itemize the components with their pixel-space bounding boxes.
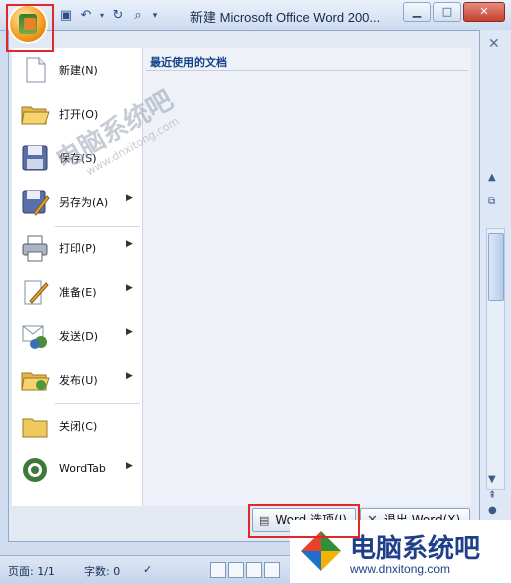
menu-item-new[interactable]: 新建(N) (12, 48, 142, 92)
previous-page-icon[interactable]: ⇞ (488, 490, 496, 501)
recent-header-line (146, 70, 468, 71)
menu-item-prepare[interactable]: 准备(E) ▶ (12, 270, 142, 314)
menu-item-wordtab[interactable]: WordTab ▶ (12, 448, 142, 492)
open-folder-icon (21, 106, 50, 125)
outline-view-icon[interactable] (264, 562, 280, 578)
office-logo-icon (19, 14, 37, 34)
submenu-arrow-icon: ▶ (126, 327, 133, 337)
print-layout-view-icon[interactable] (210, 562, 226, 578)
corner-watermark-url: www.dnxitong.com (350, 562, 451, 576)
prepare-icon (24, 280, 49, 305)
close-icon[interactable]: ✕ (488, 36, 500, 52)
new-document-icon (26, 57, 46, 83)
maximize-button[interactable]: □ (433, 2, 461, 22)
menu-item-label: 新建(N) (59, 64, 98, 77)
minimize-button[interactable]: ▁ (403, 2, 431, 22)
submenu-arrow-icon: ▶ (126, 193, 133, 203)
close-folder-icon (22, 418, 48, 438)
quick-access-toolbar: ▣ ↶ ▾ ↻ ⌕ ▾ (58, 7, 160, 25)
browse-object-icon[interactable]: ● (488, 505, 497, 516)
menu-item-save-as[interactable]: 另存为(A) ▶ (12, 180, 142, 224)
recent-documents-pane (143, 48, 471, 506)
redo-icon[interactable]: ↻ (110, 8, 126, 24)
scroll-up-icon[interactable]: ▲ (488, 172, 496, 183)
windows-logo-icon (301, 531, 341, 571)
scroll-down-icon[interactable]: ▼ (488, 474, 496, 485)
send-icon (22, 325, 47, 349)
menu-item-label: 打印(P) (59, 242, 97, 255)
options-icon: ▤ (259, 514, 270, 527)
customize-dropdown-icon[interactable]: ▾ (150, 8, 160, 24)
menu-item-send[interactable]: 发送(D) ▶ (12, 314, 142, 358)
menu-item-publish[interactable]: 发布(U) ▶ (12, 358, 142, 402)
submenu-arrow-icon: ▶ (126, 283, 133, 293)
office-button[interactable] (8, 4, 48, 44)
save-icon[interactable]: ▣ (58, 8, 74, 24)
submenu-arrow-icon: ▶ (126, 461, 133, 471)
submenu-arrow-icon: ▶ (126, 371, 133, 381)
publish-icon (21, 372, 50, 391)
menu-item-save[interactable]: 保存(S) (12, 136, 142, 180)
menu-item-label: WordTab (59, 462, 106, 475)
window-controls: ▁ □ ✕ (403, 2, 505, 22)
undo-dropdown-icon[interactable]: ▾ (98, 8, 106, 24)
undo-icon[interactable]: ↶ (78, 8, 94, 24)
wordtab-icon (23, 458, 47, 482)
menu-item-label: 保存(S) (59, 152, 97, 165)
menu-item-close[interactable]: 关闭(C) (12, 404, 142, 448)
corner-watermark-text: 电脑系统吧 (350, 534, 481, 564)
menu-item-label: 关闭(C) (59, 420, 98, 433)
window-title: 新建 Microsoft Office Word 200... (190, 10, 381, 25)
menu-item-label: 准备(E) (59, 286, 97, 299)
menu-item-label: 另存为(A) (59, 196, 109, 209)
vertical-scrollbar[interactable] (486, 228, 505, 490)
scrollbar-thumb[interactable] (488, 233, 504, 301)
web-layout-view-icon[interactable] (246, 562, 262, 578)
ruler-toggle-icon[interactable]: ⧉ (488, 196, 495, 207)
close-window-button[interactable]: ✕ (463, 2, 505, 22)
title-bar: ▣ ↶ ▾ ↻ ⌕ ▾ 新建 Microsoft Office Word 200… (0, 0, 511, 31)
submenu-arrow-icon: ▶ (126, 239, 133, 249)
full-screen-reading-view-icon[interactable] (228, 562, 244, 578)
menu-item-print[interactable]: 打印(P) ▶ (12, 226, 142, 270)
menu-item-open[interactable]: 打开(O) (12, 92, 142, 136)
save-disk-icon (22, 145, 48, 171)
word-count[interactable]: 字数: 0 (84, 563, 120, 579)
menu-item-label: 发送(D) (59, 330, 99, 343)
menu-item-label: 打开(O) (59, 108, 99, 121)
recent-documents-header: 最近使用的文档 (150, 56, 227, 69)
menu-item-label: 发布(U) (59, 374, 98, 387)
corner-watermark: 电脑系统吧 www.dnxitong.com (290, 520, 511, 583)
printer-icon (22, 235, 48, 262)
proofing-icon[interactable]: ✓ (143, 563, 152, 576)
page-indicator[interactable]: 页面: 1/1 (8, 563, 55, 579)
save-as-icon (22, 190, 50, 216)
print-preview-icon[interactable]: ⌕ (130, 8, 146, 24)
